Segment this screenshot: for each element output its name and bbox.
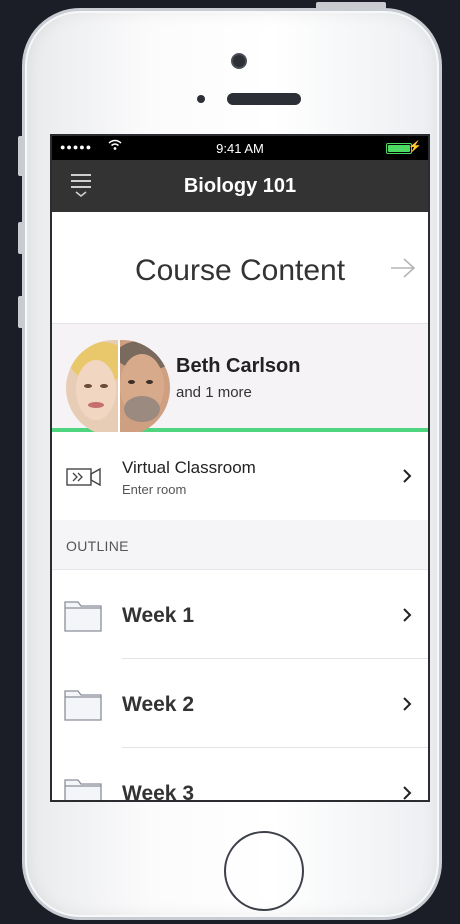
week-label: Week 2: [122, 693, 194, 716]
chevron-right-icon: [403, 786, 412, 800]
folder-icon: [64, 690, 102, 721]
home-button[interactable]: [224, 831, 304, 911]
charging-icon: ⚡: [408, 141, 422, 153]
list-item-week-2[interactable]: Week 2: [52, 659, 428, 748]
status-time: 9:41 AM: [216, 141, 264, 156]
proximity-sensor: [197, 95, 205, 103]
list-item-week-1[interactable]: Week 1: [52, 570, 428, 659]
list-item-week-3[interactable]: Week 3: [52, 748, 428, 802]
folder-icon: [64, 779, 102, 800]
participants-section[interactable]: Beth Carlson and 1 more: [52, 324, 428, 436]
course-content-link[interactable]: Course Content: [52, 212, 428, 324]
chevron-right-icon: [403, 469, 412, 483]
outline-section-header: OUTLINE: [52, 520, 428, 570]
virtual-classroom-row[interactable]: Virtual Classroom Enter room: [52, 432, 428, 520]
week-label: Week 1: [122, 604, 194, 627]
virtual-classroom-subtitle: Enter room: [122, 482, 187, 497]
participant-count: and 1 more: [176, 384, 252, 401]
app-screen: ●●●●● 9:41 AM ⚡ Biology 101 Course Conte…: [50, 134, 430, 802]
arrow-right-icon[interactable]: [390, 257, 416, 279]
page-title: Biology 101: [183, 175, 297, 197]
folder-icon: [64, 601, 102, 632]
earpiece-speaker: [227, 93, 301, 105]
front-camera: [231, 53, 247, 69]
participant-name: Beth Carlson: [176, 355, 301, 377]
avatar-other-participant: [118, 340, 170, 436]
video-camera-icon: [66, 467, 101, 487]
chevron-right-icon: [403, 608, 412, 622]
virtual-classroom-title: Virtual Classroom: [122, 458, 256, 477]
outline-label: OUTLINE: [66, 538, 129, 554]
chevron-right-icon: [403, 697, 412, 711]
status-bar: ●●●●● 9:41 AM ⚡: [52, 136, 428, 160]
week-label: Week 3: [122, 782, 194, 802]
avatar-beth: [66, 340, 118, 436]
course-content-title: Course Content: [134, 254, 346, 287]
nav-bar: Biology 101: [52, 160, 428, 212]
